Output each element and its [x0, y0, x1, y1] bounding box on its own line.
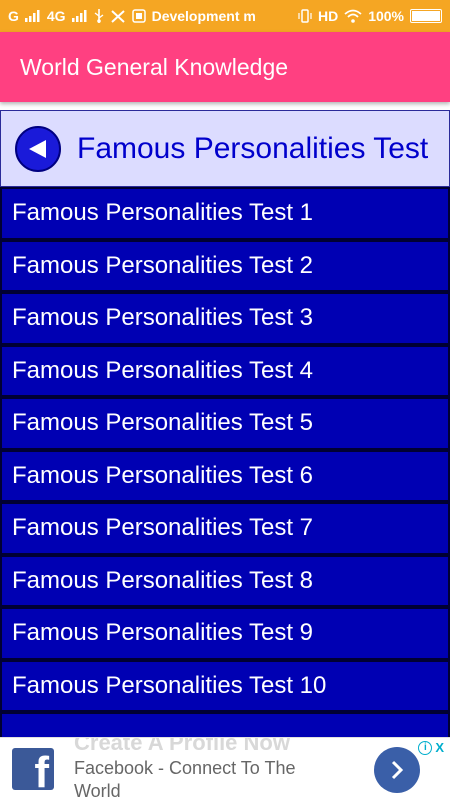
network-label: 4G — [46, 8, 66, 24]
signal-icon — [24, 10, 41, 22]
list-item-test-2[interactable]: Famous Personalities Test 2 — [0, 239, 450, 292]
ad-headline: Create A Profile Now — [74, 737, 290, 755]
app-title: World General Knowledge — [20, 53, 289, 80]
status-bar-right: HD 100% — [298, 8, 442, 24]
list-item-label: Famous Personalities Test 3 — [12, 304, 314, 332]
list-item-label: Famous Personalities Test 10 — [12, 671, 327, 699]
chevron-right-icon — [391, 760, 404, 780]
ad-text: Facebook - Connect To The World — [74, 758, 296, 800]
list-item-test-7[interactable]: Famous Personalities Test 7 — [0, 502, 450, 555]
usb-icon — [94, 9, 104, 23]
signal-icon-2 — [71, 10, 88, 22]
status-bar: G 4G Development m HD 100% — [0, 0, 450, 32]
info-icon[interactable]: i — [418, 740, 433, 755]
list-item-label: Famous Personalities Test 1 — [12, 199, 314, 227]
wifi-icon — [344, 9, 362, 23]
ad-open-button[interactable] — [374, 747, 420, 793]
battery-percent: 100% — [368, 8, 404, 24]
list-item-partial[interactable] — [0, 712, 450, 737]
status-bar-left: G 4G Development m — [8, 8, 298, 24]
list-item-label: Famous Personalities Test 6 — [12, 461, 314, 489]
ad-choices[interactable]: i X — [418, 740, 444, 755]
test-list: Famous Personalities Test 1 Famous Perso… — [0, 187, 450, 737]
list-item-label: Famous Personalities Test 9 — [12, 619, 314, 647]
section-title: Famous Personalities Test — [77, 131, 429, 165]
tools-icon — [110, 9, 126, 23]
back-button[interactable] — [15, 125, 61, 172]
carrier-label: G — [8, 8, 19, 24]
list-item-test-3[interactable]: Famous Personalities Test 3 — [0, 292, 450, 345]
facebook-logo-icon: f — [12, 748, 54, 790]
notification-text: Development m — [151, 8, 256, 24]
section-header: Famous Personalities Test — [0, 110, 450, 187]
list-item-label: Famous Personalities Test 8 — [12, 566, 314, 594]
ad-banner[interactable]: Create A Profile Now f Facebook - Connec… — [0, 737, 450, 800]
vibrate-icon — [298, 9, 312, 23]
close-icon[interactable]: X — [435, 740, 444, 755]
list-item-test-1[interactable]: Famous Personalities Test 1 — [0, 187, 450, 240]
list-item-label: Famous Personalities Test 4 — [12, 356, 314, 384]
list-item-test-4[interactable]: Famous Personalities Test 4 — [0, 344, 450, 397]
hd-label: HD — [317, 8, 339, 24]
list-item-label: Famous Personalities Test 2 — [12, 251, 314, 279]
list-item-test-10[interactable]: Famous Personalities Test 10 — [0, 659, 450, 712]
app-bar: World General Knowledge — [0, 32, 450, 102]
list-item-test-8[interactable]: Famous Personalities Test 8 — [0, 554, 450, 607]
list-item-test-6[interactable]: Famous Personalities Test 6 — [0, 449, 450, 502]
list-item-label: Famous Personalities Test 7 — [12, 514, 314, 542]
list-item-label: Famous Personalities Test 5 — [12, 409, 314, 437]
app-notification-icon — [131, 9, 146, 23]
list-item-test-9[interactable]: Famous Personalities Test 9 — [0, 607, 450, 660]
battery-icon — [410, 9, 442, 23]
list-item-test-5[interactable]: Famous Personalities Test 5 — [0, 397, 450, 450]
back-arrow-icon — [29, 139, 46, 158]
